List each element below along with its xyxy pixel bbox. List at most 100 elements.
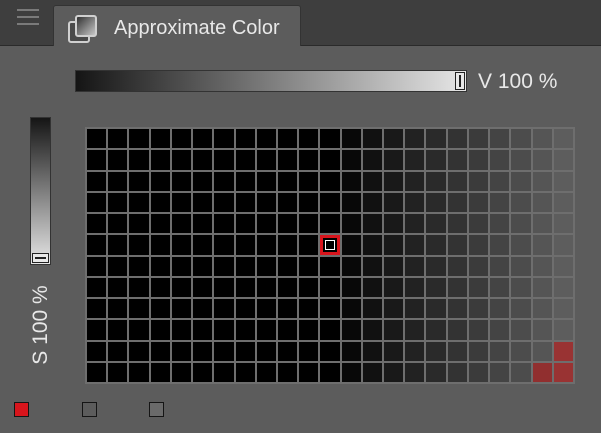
value-slider-handle[interactable] (455, 72, 465, 90)
color-cell[interactable] (193, 192, 213, 212)
color-cell[interactable] (320, 214, 340, 234)
color-cell[interactable] (235, 235, 255, 255)
color-cell[interactable] (193, 171, 213, 191)
color-cell[interactable] (362, 341, 383, 361)
color-cell[interactable] (171, 277, 192, 297)
color-cell[interactable] (468, 277, 489, 297)
color-cell[interactable] (150, 299, 170, 319)
color-cell[interactable] (468, 235, 489, 255)
transparent-swatch[interactable] (82, 402, 97, 417)
color-cell[interactable] (193, 362, 213, 382)
selected-color-cell[interactable] (320, 235, 340, 255)
color-cell[interactable] (235, 171, 255, 191)
color-cell[interactable] (511, 129, 531, 149)
color-cell[interactable] (214, 277, 234, 297)
color-cell[interactable] (405, 256, 425, 276)
color-cell[interactable] (532, 150, 552, 170)
color-cell[interactable] (532, 362, 552, 382)
color-cell[interactable] (171, 214, 192, 234)
hamburger-menu-icon[interactable] (17, 9, 39, 27)
color-cell[interactable] (214, 341, 234, 361)
color-cell[interactable] (150, 150, 170, 170)
color-cell[interactable] (341, 277, 361, 297)
color-cell[interactable] (299, 341, 319, 361)
color-cell[interactable] (87, 192, 107, 212)
color-cell[interactable] (277, 256, 298, 276)
color-cell[interactable] (256, 277, 276, 297)
color-cell[interactable] (532, 299, 552, 319)
color-cell[interactable] (277, 341, 298, 361)
color-cell[interactable] (87, 299, 107, 319)
color-cell[interactable] (108, 299, 128, 319)
color-cell[interactable] (468, 150, 489, 170)
color-cell[interactable] (87, 320, 107, 340)
color-cell[interactable] (235, 256, 255, 276)
color-cell[interactable] (277, 171, 298, 191)
color-cell[interactable] (426, 171, 446, 191)
color-cell[interactable] (426, 129, 446, 149)
color-cell[interactable] (553, 171, 573, 191)
color-cell[interactable] (532, 214, 552, 234)
color-cell[interactable] (447, 320, 467, 340)
color-cell[interactable] (447, 129, 467, 149)
color-cell[interactable] (214, 192, 234, 212)
color-cell[interactable] (553, 235, 573, 255)
color-cell[interactable] (405, 192, 425, 212)
color-cell[interactable] (384, 320, 404, 340)
color-cell[interactable] (511, 299, 531, 319)
color-cell[interactable] (320, 341, 340, 361)
color-cell[interactable] (405, 171, 425, 191)
color-cell[interactable] (277, 299, 298, 319)
saturation-slider-handle[interactable] (32, 253, 49, 263)
color-cell[interactable] (87, 171, 107, 191)
color-cell[interactable] (87, 341, 107, 361)
color-cell[interactable] (384, 150, 404, 170)
color-cell[interactable] (320, 192, 340, 212)
color-cell[interactable] (447, 214, 467, 234)
color-cell[interactable] (108, 214, 128, 234)
color-cell[interactable] (384, 362, 404, 382)
color-cell[interactable] (532, 256, 552, 276)
color-cell[interactable] (320, 362, 340, 382)
color-cell[interactable] (256, 362, 276, 382)
color-cell[interactable] (256, 129, 276, 149)
color-cell[interactable] (129, 192, 149, 212)
color-cell[interactable] (553, 192, 573, 212)
color-cell[interactable] (87, 362, 107, 382)
color-cell[interactable] (490, 277, 510, 297)
color-cell[interactable] (511, 362, 531, 382)
color-cell[interactable] (214, 235, 234, 255)
color-cell[interactable] (320, 277, 340, 297)
color-cell[interactable] (299, 256, 319, 276)
color-cell[interactable] (468, 362, 489, 382)
color-cell[interactable] (277, 320, 298, 340)
color-cell[interactable] (405, 299, 425, 319)
color-cell[interactable] (171, 299, 192, 319)
color-cell[interactable] (256, 235, 276, 255)
color-cell[interactable] (447, 256, 467, 276)
color-cell[interactable] (553, 214, 573, 234)
color-cell[interactable] (426, 150, 446, 170)
color-cell[interactable] (447, 192, 467, 212)
color-cell[interactable] (553, 320, 573, 340)
color-cell[interactable] (405, 214, 425, 234)
color-cell[interactable] (277, 362, 298, 382)
color-cell[interactable] (405, 277, 425, 297)
color-cell[interactable] (171, 171, 192, 191)
approximate-color-grid[interactable] (85, 127, 575, 384)
color-cell[interactable] (511, 277, 531, 297)
color-cell[interactable] (129, 171, 149, 191)
color-cell[interactable] (299, 171, 319, 191)
color-cell[interactable] (341, 129, 361, 149)
color-cell[interactable] (362, 277, 383, 297)
color-cell[interactable] (468, 192, 489, 212)
color-cell[interactable] (129, 320, 149, 340)
color-cell[interactable] (447, 150, 467, 170)
color-cell[interactable] (214, 150, 234, 170)
color-cell[interactable] (320, 320, 340, 340)
color-cell[interactable] (341, 150, 361, 170)
color-cell[interactable] (384, 171, 404, 191)
color-cell[interactable] (447, 171, 467, 191)
color-cell[interactable] (277, 214, 298, 234)
color-cell[interactable] (129, 214, 149, 234)
